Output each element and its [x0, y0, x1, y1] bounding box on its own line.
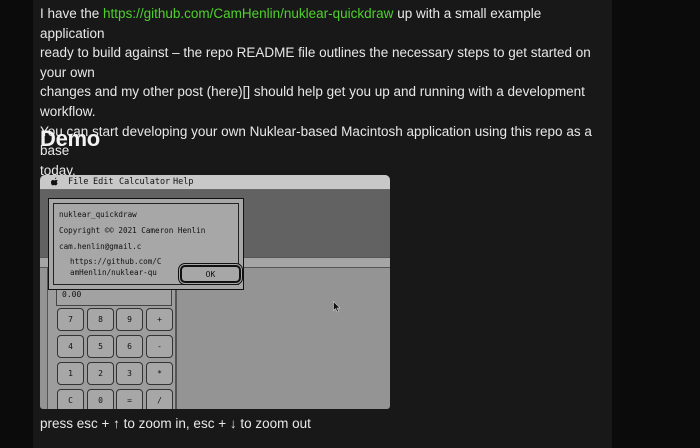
- about-dialog: nuklear_quickdraw Copyright ©© 2021 Came…: [48, 198, 244, 290]
- key-divide[interactable]: /: [146, 389, 173, 409]
- menu-edit[interactable]: Edit: [93, 177, 113, 187]
- key-clear[interactable]: C: [57, 389, 84, 409]
- key-4[interactable]: 4: [57, 335, 84, 358]
- about-email: cam.henlin@gmail.c: [59, 242, 142, 251]
- key-9[interactable]: 9: [116, 308, 143, 331]
- key-0[interactable]: 0: [87, 389, 114, 409]
- menu-help[interactable]: Help: [173, 177, 193, 187]
- key-equals[interactable]: =: [116, 389, 143, 409]
- menu-file[interactable]: File: [68, 177, 88, 187]
- ok-button[interactable]: OK: [180, 265, 241, 283]
- about-url-line1: https://github.com/C: [70, 257, 162, 266]
- mouse-pointer-icon: [333, 298, 341, 317]
- about-app-name: nuklear_quickdraw: [59, 210, 137, 219]
- article-content: I have the https://github.com/CamHenlin/…: [33, 0, 612, 448]
- about-url-line2: amHenlin/nuklear-qu: [70, 268, 157, 277]
- key-1[interactable]: 1: [57, 362, 84, 385]
- menu-calculator[interactable]: Calculator: [119, 177, 170, 187]
- mac-demo-screenshot: File Edit Calculator Help 0.00 7 8 9 + 4…: [40, 175, 390, 409]
- about-dialog-frame: nuklear_quickdraw Copyright ©© 2021 Came…: [53, 203, 241, 285]
- repo-link[interactable]: https://github.com/CamHenlin/nuklear-qui…: [103, 6, 393, 21]
- key-plus[interactable]: +: [146, 308, 173, 331]
- key-8[interactable]: 8: [87, 308, 114, 331]
- zoom-caption: press esc + ↑ to zoom in, esc + ↓ to zoo…: [40, 416, 311, 431]
- left-gutter: [0, 0, 33, 448]
- key-3[interactable]: 3: [116, 362, 143, 385]
- intro-paragraph: I have the https://github.com/CamHenlin/…: [40, 6, 592, 178]
- right-gutter: [612, 0, 700, 448]
- demo-heading: Demo: [40, 126, 100, 151]
- key-minus[interactable]: -: [146, 335, 173, 358]
- mac-menubar: File Edit Calculator Help: [40, 175, 390, 190]
- key-7[interactable]: 7: [57, 308, 84, 331]
- key-2[interactable]: 2: [87, 362, 114, 385]
- about-copyright: Copyright ©© 2021 Cameron Henlin: [59, 226, 206, 235]
- key-5[interactable]: 5: [87, 335, 114, 358]
- key-6[interactable]: 6: [116, 335, 143, 358]
- apple-menu-icon[interactable]: [51, 177, 59, 189]
- key-multiply[interactable]: *: [146, 362, 173, 385]
